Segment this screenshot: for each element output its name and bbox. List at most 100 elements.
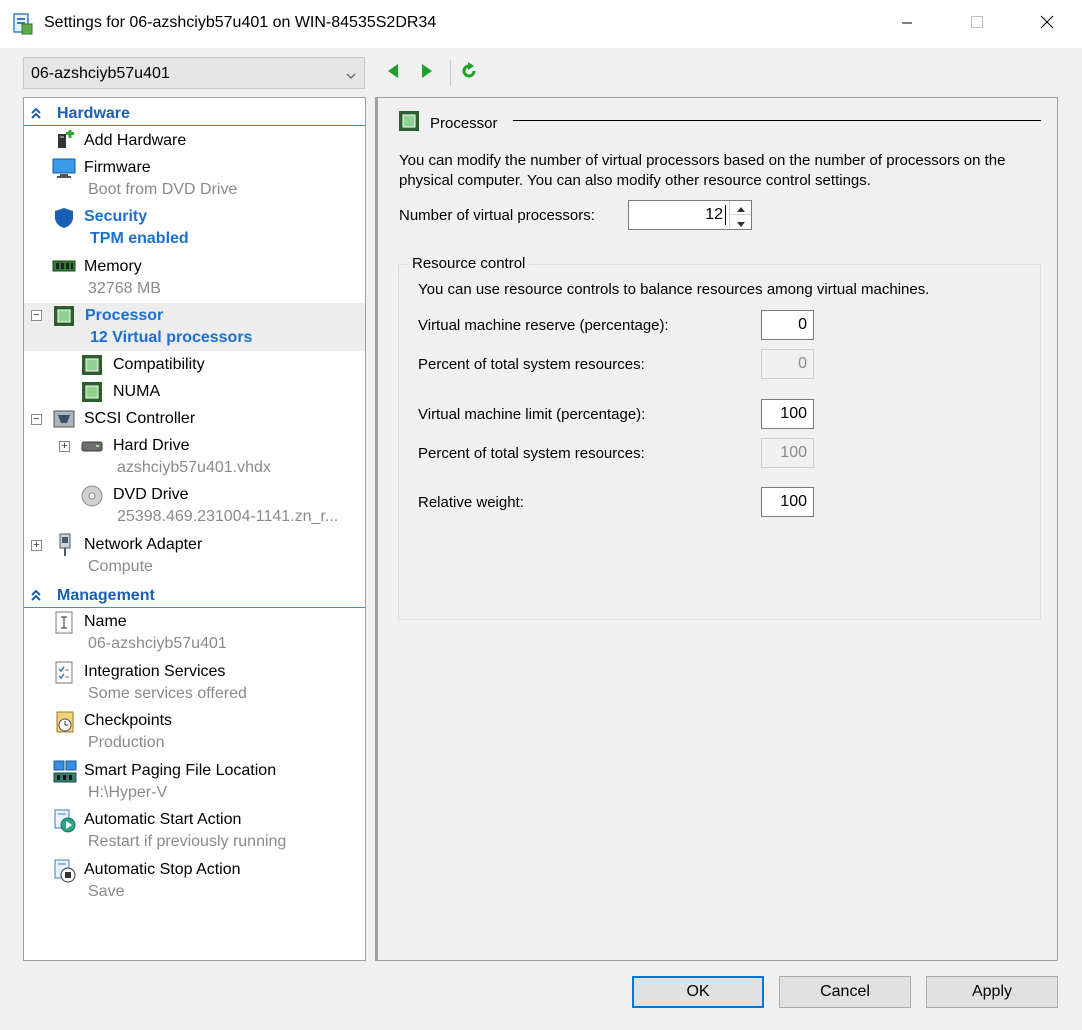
weight-input[interactable]: 100 — [761, 487, 814, 517]
cancel-button[interactable]: Cancel — [779, 976, 911, 1008]
close-button[interactable] — [1012, 0, 1082, 48]
tree-item-label: Security — [84, 208, 148, 225]
tree-item-numa[interactable]: NUMA — [24, 380, 365, 406]
start-action-icon — [53, 809, 77, 837]
stop-action-icon — [53, 859, 77, 887]
section-title: Processor — [398, 110, 498, 136]
hardware-section-header[interactable]: Hardware — [24, 100, 365, 126]
management-section-header[interactable]: Management — [24, 582, 365, 608]
next-button[interactable] — [414, 60, 440, 86]
processor-description: You can modify the number of virtual pro… — [399, 152, 1006, 189]
maximize-button[interactable] — [942, 0, 1012, 48]
chevron-down-icon — [346, 67, 356, 84]
arrow-right-icon — [420, 63, 434, 83]
add-hardware-icon — [54, 130, 76, 156]
minimize-icon — [901, 16, 913, 33]
expand-toggle[interactable]: + — [31, 540, 42, 551]
tree-item-scsi-controller[interactable]: − SCSI Controller — [24, 407, 365, 433]
expand-toggle[interactable]: + — [59, 441, 70, 452]
tree-item-label: Smart Paging File Location — [84, 762, 277, 779]
tree-item-label: Checkpoints — [84, 712, 173, 729]
tree-item-sublabel: azshciyb57u401.vhdx — [117, 459, 271, 476]
collapse-up-icon — [29, 106, 43, 124]
minimize-button[interactable] — [872, 0, 942, 48]
collapse-toggle[interactable]: − — [31, 414, 42, 425]
dvd-disc-icon — [81, 485, 103, 511]
network-adapter-icon — [57, 533, 73, 561]
monitor-icon — [52, 157, 76, 183]
tree-item-label: Memory — [84, 258, 142, 275]
tree-item-automatic-stop-action[interactable]: Automatic Stop Action Save — [24, 858, 365, 906]
tree-item-label: Firmware — [84, 159, 151, 176]
tree-item-sublabel: Save — [88, 883, 125, 900]
close-icon — [1040, 15, 1054, 33]
tree-item-checkpoints[interactable]: Checkpoints Production — [24, 709, 365, 757]
num-processors-value: 12 — [705, 206, 723, 223]
text-caret — [725, 205, 726, 225]
tree-item-label: Automatic Stop Action — [84, 861, 241, 878]
tree-item-label: Name — [84, 613, 127, 630]
tree-item-dvd-drive[interactable]: DVD Drive 25398.469.231004-1141.zn_r... — [24, 483, 365, 533]
tree-item-sublabel: Production — [88, 734, 165, 751]
limit-label: Virtual machine limit (percentage): — [418, 406, 646, 423]
scsi-controller-icon — [53, 408, 75, 434]
tree-item-sublabel: Compute — [88, 558, 153, 575]
tree-item-security[interactable]: Security TPM enabled — [24, 205, 365, 255]
tree-item-memory[interactable]: Memory 32768 MB — [24, 255, 365, 303]
tree-item-processor[interactable]: − Processor 12 Virtual processors — [24, 303, 365, 351]
tree-item-label: Add Hardware — [84, 132, 187, 149]
tree-item-network-adapter[interactable]: + Network Adapter Compute — [24, 533, 365, 581]
refresh-icon — [459, 61, 479, 85]
tree-item-label: Processor — [85, 307, 164, 324]
apply-button[interactable]: Apply — [926, 976, 1058, 1008]
vm-selector-dropdown[interactable]: 06-azshciyb57u401 — [23, 57, 365, 89]
vm-selector-value: 06-azshciyb57u401 — [31, 65, 170, 82]
arrow-down-icon — [736, 214, 745, 231]
section-divider — [513, 120, 1041, 121]
tree-item-name[interactable]: Name 06-azshciyb57u401 — [24, 610, 365, 658]
weight-label: Relative weight: — [418, 494, 524, 511]
tree-item-sublabel: Restart if previously running — [88, 833, 287, 850]
management-header-label: Management — [57, 587, 155, 604]
collapse-toggle[interactable]: − — [31, 310, 42, 321]
tree-item-automatic-start-action[interactable]: Automatic Start Action Restart if previo… — [24, 808, 365, 856]
name-tag-icon — [54, 611, 74, 639]
tree-item-sublabel: 25398.469.231004-1141.zn_r... — [117, 508, 339, 525]
memory-icon — [52, 258, 76, 278]
reserve-percent-value: 0 — [761, 349, 814, 379]
tree-item-label: Hard Drive — [113, 437, 190, 454]
decrement-button[interactable] — [730, 215, 751, 229]
tree-item-label: DVD Drive — [113, 486, 189, 503]
arrow-left-icon — [386, 63, 400, 83]
num-processors-stepper[interactable]: 12 — [628, 200, 752, 230]
tree-item-label: Integration Services — [84, 663, 226, 680]
tree-item-add-hardware[interactable]: Add Hardware — [24, 129, 365, 155]
num-processors-label: Number of virtual processors: — [399, 207, 595, 224]
maximize-icon — [970, 15, 984, 33]
title-bar: Settings for 06-azshciyb57u401 on WIN-84… — [0, 0, 1082, 48]
tree-item-integration-services[interactable]: Integration Services Some services offer… — [24, 660, 365, 708]
tree-item-sublabel: TPM enabled — [90, 230, 189, 247]
previous-button[interactable] — [380, 60, 406, 86]
refresh-button[interactable] — [456, 60, 482, 86]
tree-item-firmware[interactable]: Firmware Boot from DVD Drive — [24, 156, 365, 204]
tree-item-label: Automatic Start Action — [84, 811, 242, 828]
processor-icon — [398, 110, 420, 136]
reserve-percent-label: Percent of total system resources: — [418, 356, 645, 373]
tree-item-compatibility[interactable]: Compatibility — [24, 353, 365, 379]
hard-drive-icon — [81, 439, 103, 457]
tree-item-sublabel: Some services offered — [88, 685, 247, 702]
tree-item-sublabel: 32768 MB — [88, 280, 161, 297]
tree-item-label: NUMA — [113, 383, 161, 400]
ok-button[interactable]: OK — [632, 976, 764, 1008]
tree-item-sublabel: 12 Virtual processors — [90, 329, 253, 346]
tree-item-smart-paging-file-location[interactable]: Smart Paging File Location H:\Hyper-V — [24, 759, 365, 807]
tree-item-hard-drive[interactable]: + Hard Drive azshciyb57u401.vhdx — [24, 434, 365, 482]
processor-icon — [53, 305, 75, 331]
limit-percent-value: 100 — [761, 438, 814, 468]
section-title-label: Processor — [430, 114, 498, 132]
resource-control-description: You can use resource controls to balance… — [418, 281, 930, 298]
limit-percent-label: Percent of total system resources: — [418, 445, 645, 462]
limit-input[interactable]: 100 — [761, 399, 814, 429]
reserve-input[interactable]: 0 — [761, 310, 814, 340]
